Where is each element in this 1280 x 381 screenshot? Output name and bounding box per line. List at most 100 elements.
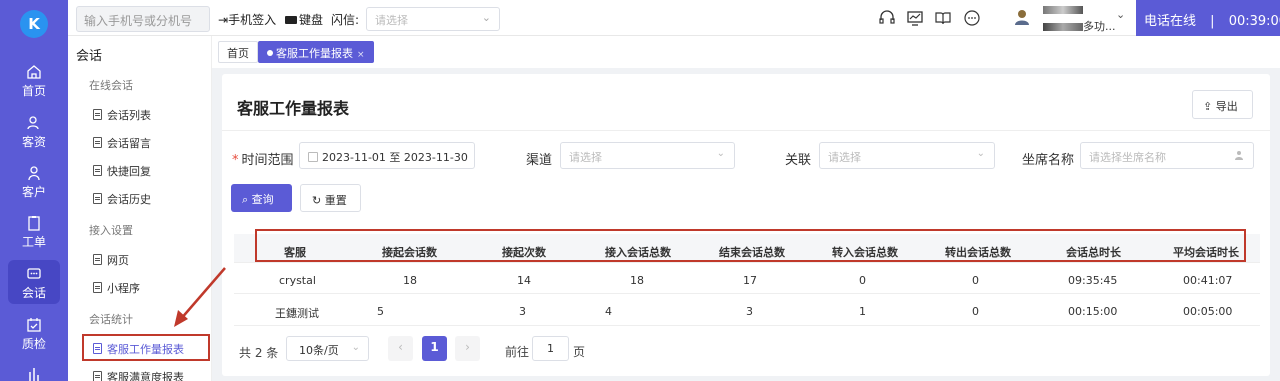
rail-item-quality[interactable]: 质检 — [0, 317, 68, 352]
document-icon — [93, 371, 102, 381]
header-divider — [222, 130, 1270, 131]
quality-check-icon — [27, 318, 41, 332]
sidebar-item-session-message[interactable]: 会话留言 — [93, 135, 151, 151]
prev-page-button[interactable]: ‹ — [388, 336, 413, 361]
chevron-down-icon: ⌄ — [976, 148, 985, 159]
table-cell: 18 — [630, 274, 644, 287]
rail-item-ticket[interactable]: 工单 — [0, 215, 68, 250]
user-role: 多功... — [1043, 18, 1116, 34]
contacts-icon — [27, 116, 39, 130]
search-icon: ⌕ — [242, 193, 249, 206]
chart-icon — [29, 368, 39, 381]
monitor-icon[interactable] — [906, 9, 924, 27]
query-label: 查询 — [251, 193, 274, 206]
sidebar-item-label: 快捷回复 — [107, 165, 151, 178]
time-range-picker[interactable]: 2023-11-01 至 2023-11-30 — [299, 142, 475, 169]
chevron-down-icon: ⌄ — [716, 148, 725, 159]
flash-select[interactable]: 请选择 ⌄ — [366, 7, 500, 31]
table-cell: 3 — [519, 305, 526, 318]
phone-number-input[interactable]: 输入手机号或分机号 — [76, 6, 210, 32]
book-icon[interactable] — [934, 9, 952, 27]
agent-name-input[interactable]: 请选择坐席名称 — [1080, 142, 1254, 169]
table-cell: 0 — [972, 305, 979, 318]
tab-home[interactable]: 首页 — [218, 41, 258, 63]
goto-label: 前往 — [505, 345, 530, 359]
row-divider — [234, 293, 1260, 294]
export-label: 导出 — [1215, 100, 1238, 113]
annotation-header-highlight — [255, 229, 1246, 262]
sidebar-title: 会话 — [76, 49, 103, 64]
table-cell: 0 — [972, 274, 979, 287]
ticket-icon — [28, 216, 40, 231]
channel-select[interactable]: 请选择 ⌄ — [560, 142, 735, 169]
sidebar-item-mini-program[interactable]: 小程序 — [93, 280, 140, 296]
rail-item-chat[interactable]: 会话 — [0, 260, 68, 304]
next-page-button[interactable]: › — [455, 336, 480, 361]
message-icon[interactable] — [963, 9, 981, 27]
sidebar-item-label: 会话留言 — [107, 137, 151, 150]
rail-item-more[interactable] — [0, 366, 68, 381]
document-icon — [93, 165, 102, 176]
sidebar-item-label: 小程序 — [107, 282, 140, 295]
rail-item-customer[interactable]: 客户 — [0, 165, 68, 200]
app-logo: K — [20, 10, 48, 38]
sidebar-item-web[interactable]: 网页 — [93, 252, 129, 268]
avatar[interactable] — [1013, 8, 1031, 26]
reset-label: 重置 — [324, 194, 347, 207]
annotation-sidebar-highlight — [82, 334, 210, 361]
keyboard-button[interactable]: 键盘 — [285, 11, 323, 28]
user-menu-chevron-icon[interactable]: ⌄ — [1116, 8, 1125, 21]
table-cell: 5 — [377, 305, 384, 318]
rail-label-quality: 质检 — [21, 337, 46, 351]
flash-placeholder: 请选择 — [375, 14, 408, 27]
agent-placeholder: 请选择坐席名称 — [1089, 151, 1166, 164]
sidebar-item-session-history[interactable]: 会话历史 — [93, 191, 151, 207]
phone-status-label: 电话在线 — [1144, 14, 1197, 29]
rail-label-home: 首页 — [21, 84, 46, 98]
sidebar-item-label: 会话列表 — [107, 109, 151, 122]
sidebar-group-stats: 会话统计 — [89, 313, 133, 326]
export-button[interactable]: ⇪ 导出 — [1192, 90, 1253, 119]
export-icon: ⇪ — [1203, 100, 1213, 113]
table-cell: 17 — [743, 274, 757, 287]
sidebar-item-satisfaction-report[interactable]: 客服满意度报表 — [93, 369, 184, 381]
rail-label-ticket: 工单 — [21, 235, 46, 249]
tab-workload-report[interactable]: 客服工作量报表 × — [258, 41, 374, 63]
sign-in-icon: ⇥ — [218, 13, 229, 27]
sidebar-item-session-list[interactable]: 会话列表 — [93, 107, 151, 123]
phone-status-bar[interactable]: 电话在线 | 00:39:00 ▼ — [1136, 0, 1280, 36]
query-button[interactable]: ⌕ 查询 — [231, 184, 292, 212]
goto-page-input[interactable]: 1 — [532, 336, 569, 361]
relation-label: 关联 — [785, 153, 812, 168]
rail-item-home[interactable]: 首页 — [0, 64, 68, 99]
table-cell: 00:15:00 — [1068, 305, 1118, 318]
table-cell: 0 — [859, 274, 866, 287]
agent-name-label: 坐席名称 — [1022, 153, 1075, 168]
document-icon — [93, 282, 102, 293]
sidebar-group-access: 接入设置 — [89, 224, 133, 237]
mobile-sign-in-button[interactable]: ⇥手机签入 — [218, 11, 276, 28]
document-icon — [93, 193, 102, 204]
left-rail: K 首页 客资 客户 工单 会话 质检 — [0, 0, 68, 381]
rail-item-leads[interactable]: 客资 — [0, 115, 68, 150]
close-icon[interactable]: × — [357, 50, 365, 60]
rail-label-chat: 会话 — [21, 286, 46, 300]
table-cell: crystal — [279, 274, 316, 287]
page-number-current[interactable]: 1 — [422, 336, 447, 361]
sidebar-item-quick-reply[interactable]: 快捷回复 — [93, 163, 151, 179]
tabs-bar: 首页 客服工作量报表 × — [212, 36, 1280, 68]
table-cell: 18 — [403, 274, 417, 287]
reset-button[interactable]: ↻ 重置 — [300, 184, 361, 212]
call-timer: 00:39:00 — [1228, 14, 1280, 29]
chevron-down-icon: ⌄ — [351, 342, 360, 353]
page-title: 客服工作量报表 — [237, 99, 350, 118]
relation-select[interactable]: 请选择 ⌄ — [819, 142, 995, 169]
relation-placeholder: 请选择 — [828, 151, 861, 164]
keyboard-icon — [285, 16, 297, 24]
user-name-redacted — [1043, 4, 1083, 17]
page-size-select[interactable]: 10条/页 ⌄ — [286, 336, 369, 361]
time-range-label: * 时间范围 — [232, 153, 294, 168]
channel-placeholder: 请选择 — [569, 151, 602, 164]
headset-icon[interactable] — [878, 9, 896, 27]
user-icon — [1235, 151, 1243, 160]
